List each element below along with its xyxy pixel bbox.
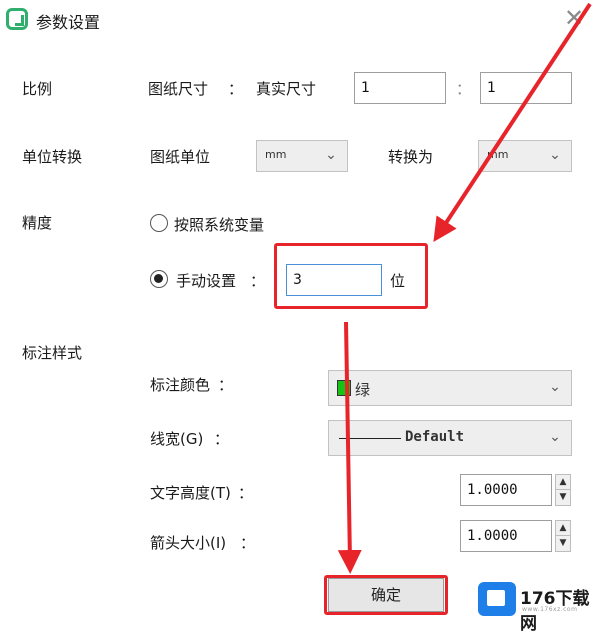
annotation-arrows	[337, 2, 592, 574]
arrow-to-precision	[433, 2, 592, 243]
arrow-to-ok	[337, 321, 362, 574]
watermark-url: www.176xz.com	[522, 606, 578, 613]
watermark-logo-icon	[478, 582, 516, 616]
site-watermark: 176下载网 www.176xz.com	[478, 578, 594, 634]
